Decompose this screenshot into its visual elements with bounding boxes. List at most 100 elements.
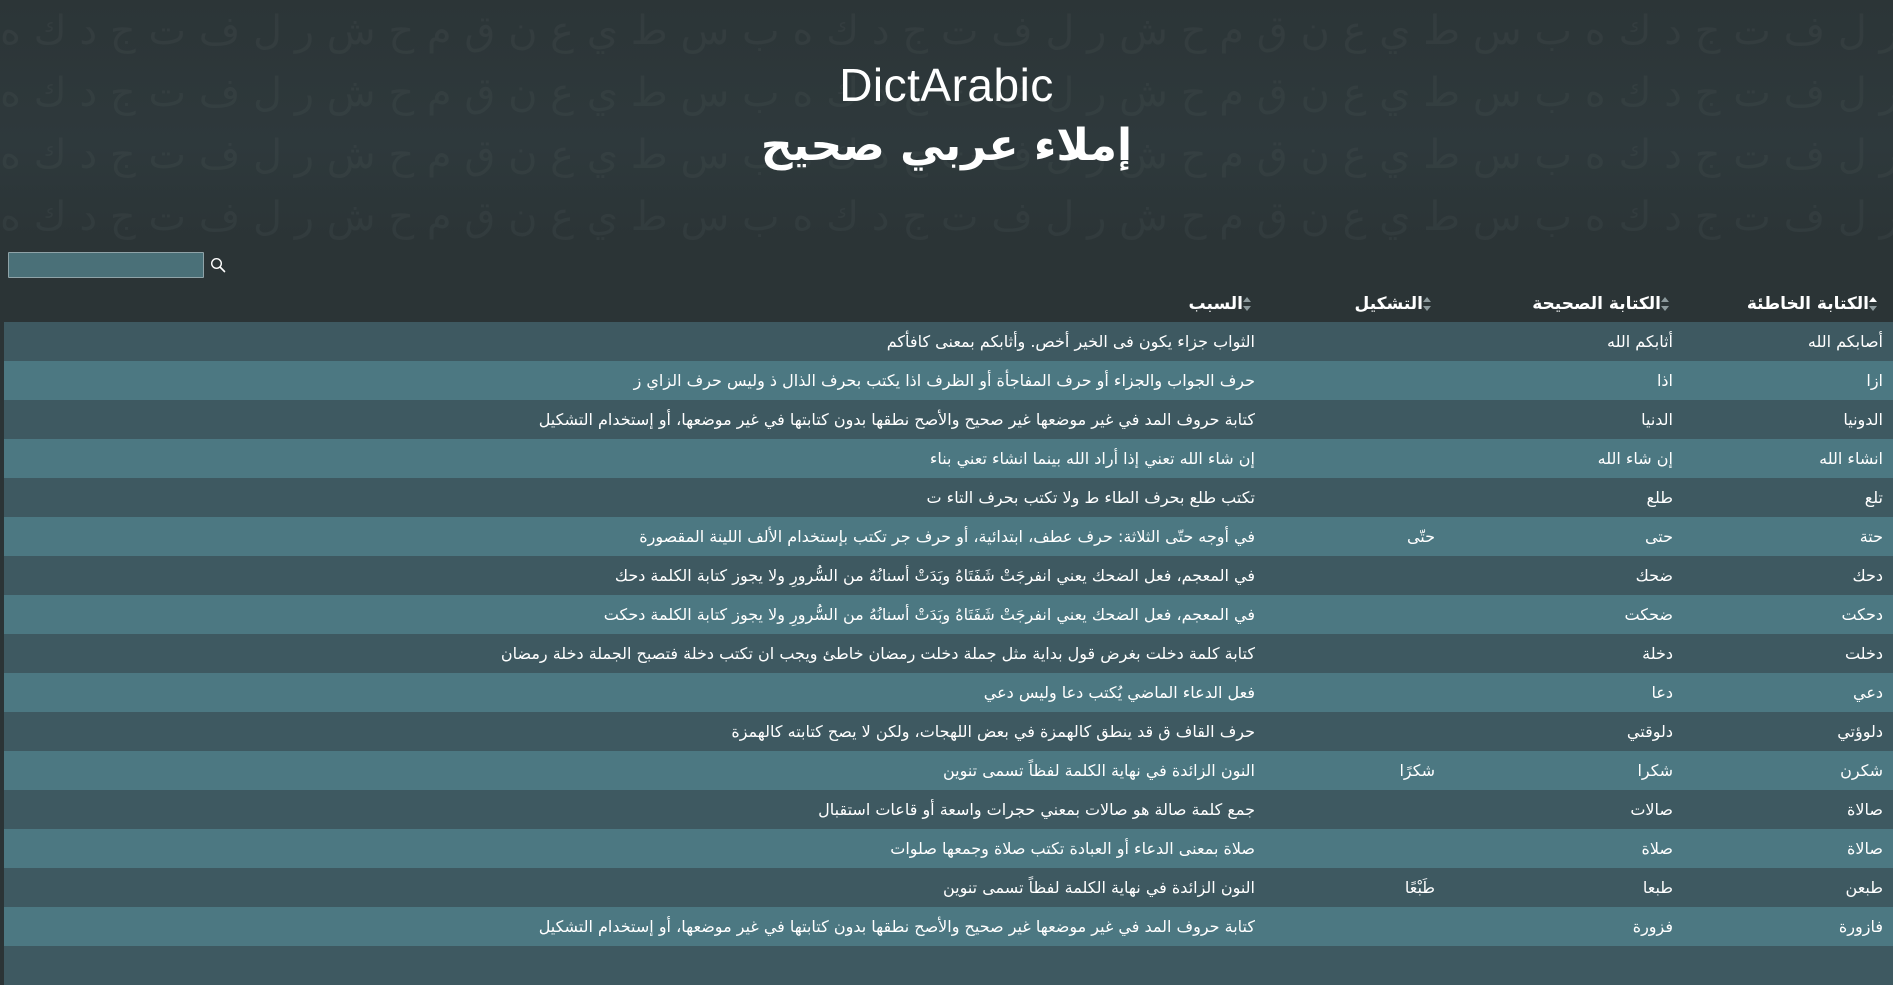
cell-correct-spelling: ضحك xyxy=(1447,556,1685,595)
cell-reason: حرف القاف ق قد ينطق كالهمزة في بعض اللهج… xyxy=(4,712,1267,751)
cell-diacritics xyxy=(1267,946,1447,985)
cell-diacritics xyxy=(1267,322,1447,361)
cell-reason: الثواب جزاء يكون فى الخير أخص. وأثابكم ب… xyxy=(4,322,1267,361)
cell-diacritics xyxy=(1267,829,1447,868)
table-row: صالاة صلاة صلاة بمعنى الدعاء أو العبادة تك… xyxy=(4,829,1893,868)
cell-reason: كتابة حروف المد في غير موضعها غير صحيح و… xyxy=(4,907,1267,946)
table-row: طبعن طبعا طَبْعًا النون الزائدة في نهاية ال… xyxy=(4,868,1893,907)
table-row: شكرن شكرا شكرًا النون الزائدة في نهاية الكل… xyxy=(4,751,1893,790)
cell-reason: النون الزائدة في نهاية الكلمة لفظاً تسمى… xyxy=(4,868,1267,907)
cell-correct-spelling: فزورة xyxy=(1447,907,1685,946)
table-row: تلع طلع تكتب طلع بحرف الطاء ط ولا تكتب بحر… xyxy=(4,478,1893,517)
cell-wrong-spelling: ازا xyxy=(1685,361,1893,400)
sort-icon xyxy=(1661,297,1669,311)
cell-wrong-spelling: الدونيا xyxy=(1685,400,1893,439)
cell-wrong-spelling: دخلت xyxy=(1685,634,1893,673)
cell-reason: إن شاء الله تعني إذا أراد الله بينما انش… xyxy=(4,439,1267,478)
cell-correct-spelling: طلع xyxy=(1447,478,1685,517)
search-bar xyxy=(8,252,228,278)
cell-wrong-spelling: انشاء الله xyxy=(1685,439,1893,478)
cell-wrong-spelling: دحكت xyxy=(1685,595,1893,634)
column-header-correct-spelling[interactable]: الكتابة الصحيحة xyxy=(1447,286,1685,322)
cell-diacritics xyxy=(1267,673,1447,712)
table-body: أصابكم الله أثابكم الله الثواب جزاء يكون ف… xyxy=(4,322,1893,985)
cell-correct-spelling xyxy=(1447,946,1685,985)
cell-reason: صلاة بمعنى الدعاء أو العبادة تكتب صلاة و… xyxy=(4,829,1267,868)
cell-wrong-spelling: فازورة xyxy=(1685,907,1893,946)
table-row: ازا اذا حرف الجواب والجزاء أو حرف المفاجأة… xyxy=(4,361,1893,400)
table-row xyxy=(4,946,1893,985)
site-header: ب س ط ي ع ن ق م ح ش ر ل ف ت ج د ك ه ب س … xyxy=(0,0,1893,240)
table-row: انشاء الله إن شاء الله إن شاء الله تعني إذ… xyxy=(4,439,1893,478)
cell-reason: كتابة حروف المد في غير موضعها غير صحيح و… xyxy=(4,400,1267,439)
column-header-wrong-spelling[interactable]: الكتابة الخاطئة xyxy=(1685,286,1893,322)
search-input[interactable] xyxy=(8,252,204,278)
cell-diacritics xyxy=(1267,712,1447,751)
cell-diacritics xyxy=(1267,907,1447,946)
sort-icon xyxy=(1423,297,1431,311)
cell-wrong-spelling: دعي xyxy=(1685,673,1893,712)
cell-diacritics xyxy=(1267,595,1447,634)
cell-wrong-spelling: صالاة xyxy=(1685,829,1893,868)
cell-wrong-spelling: حتة xyxy=(1685,517,1893,556)
cell-diacritics xyxy=(1267,634,1447,673)
column-header-diacritics[interactable]: التشكيل xyxy=(1267,286,1447,322)
cell-correct-spelling: ضحكت xyxy=(1447,595,1685,634)
cell-reason: حرف الجواب والجزاء أو حرف المفاجأة أو ال… xyxy=(4,361,1267,400)
cell-reason: تكتب طلع بحرف الطاء ط ولا تكتب بحرف التا… xyxy=(4,478,1267,517)
cell-wrong-spelling: أصابكم الله xyxy=(1685,322,1893,361)
cell-correct-spelling: إن شاء الله xyxy=(1447,439,1685,478)
table-row: دحكت ضحكت في المعجم، فعل الضحك يعني انفرجَ… xyxy=(4,595,1893,634)
cell-reason: في المعجم، فعل الضحك يعني انفرجَتْ شَفَت… xyxy=(4,595,1267,634)
cell-correct-spelling: اذا xyxy=(1447,361,1685,400)
cell-wrong-spelling: تلع xyxy=(1685,478,1893,517)
cell-diacritics xyxy=(1267,400,1447,439)
cell-correct-spelling: شكرا xyxy=(1447,751,1685,790)
cell-wrong-spelling: دحك xyxy=(1685,556,1893,595)
cell-reason: كتابة كلمة دخلت بغرض قول بداية مثل جملة … xyxy=(4,634,1267,673)
cell-reason: فعل الدعاء الماضي يُكتب دعا وليس دعي xyxy=(4,673,1267,712)
table-row: دحك ضحك في المعجم، فعل الضحك يعني انفرجَتْ… xyxy=(4,556,1893,595)
cell-wrong-spelling: طبعن xyxy=(1685,868,1893,907)
cell-wrong-spelling: شكرن xyxy=(1685,751,1893,790)
cell-correct-spelling: طبعا xyxy=(1447,868,1685,907)
table-row: فازورة فزورة كتابة حروف المد في غير موضعها… xyxy=(4,907,1893,946)
cell-diacritics xyxy=(1267,439,1447,478)
cell-diacritics xyxy=(1267,478,1447,517)
cell-correct-spelling: أثابكم الله xyxy=(1447,322,1685,361)
table-row: الدونيا الدنيا كتابة حروف المد في غير موضع… xyxy=(4,400,1893,439)
cell-correct-spelling: دعا xyxy=(1447,673,1685,712)
table-row: دخلت دخلة كتابة كلمة دخلت بغرض قول بداية م… xyxy=(4,634,1893,673)
cell-diacritics xyxy=(1267,361,1447,400)
site-title-arabic: إملاء عربي صحيح xyxy=(760,120,1133,171)
table-row: دلوؤتي دلوقتي حرف القاف ق قد ينطق كالهمزة … xyxy=(4,712,1893,751)
cell-correct-spelling: الدنيا xyxy=(1447,400,1685,439)
cell-reason xyxy=(4,946,1267,985)
cell-correct-spelling: حتى xyxy=(1447,517,1685,556)
cell-correct-spelling: صلاة xyxy=(1447,829,1685,868)
cell-diacritics xyxy=(1267,556,1447,595)
dictionary-table: الكتابة الخاطئة الكتابة الصحيحة التشكيل … xyxy=(4,286,1893,985)
table-row: صالاة صالات جمع كلمة صالة هو صالات بمعني ح… xyxy=(4,790,1893,829)
cell-reason: النون الزائدة في نهاية الكلمة لفظاً تسمى… xyxy=(4,751,1267,790)
cell-wrong-spelling xyxy=(1685,946,1893,985)
column-header-reason[interactable]: السبب xyxy=(4,286,1267,322)
cell-wrong-spelling: صالاة xyxy=(1685,790,1893,829)
table-header: الكتابة الخاطئة الكتابة الصحيحة التشكيل … xyxy=(4,286,1893,322)
cell-diacritics: شكرًا xyxy=(1267,751,1447,790)
cell-correct-spelling: دخلة xyxy=(1447,634,1685,673)
cell-reason: في أوجه حتّى الثلاثة: حرف عطف، ابتدائية،… xyxy=(4,517,1267,556)
sort-icon xyxy=(1243,297,1251,311)
table-row: حتة حتى حتّى في أوجه حتّى الثلاثة: حرف عطف،… xyxy=(4,517,1893,556)
table-row: دعي دعا فعل الدعاء الماضي يُكتب دعا وليس د… xyxy=(4,673,1893,712)
cell-correct-spelling: صالات xyxy=(1447,790,1685,829)
cell-diacritics: حتّى xyxy=(1267,517,1447,556)
table-row: أصابكم الله أثابكم الله الثواب جزاء يكون ف… xyxy=(4,322,1893,361)
cell-correct-spelling: دلوقتي xyxy=(1447,712,1685,751)
search-icon[interactable] xyxy=(208,255,228,275)
cell-diacritics: طَبْعًا xyxy=(1267,868,1447,907)
sort-icon xyxy=(1869,297,1877,311)
cell-diacritics xyxy=(1267,790,1447,829)
cell-reason: في المعجم، فعل الضحك يعني انفرجَتْ شَفَت… xyxy=(4,556,1267,595)
cell-reason: جمع كلمة صالة هو صالات بمعني حجرات واسعة… xyxy=(4,790,1267,829)
